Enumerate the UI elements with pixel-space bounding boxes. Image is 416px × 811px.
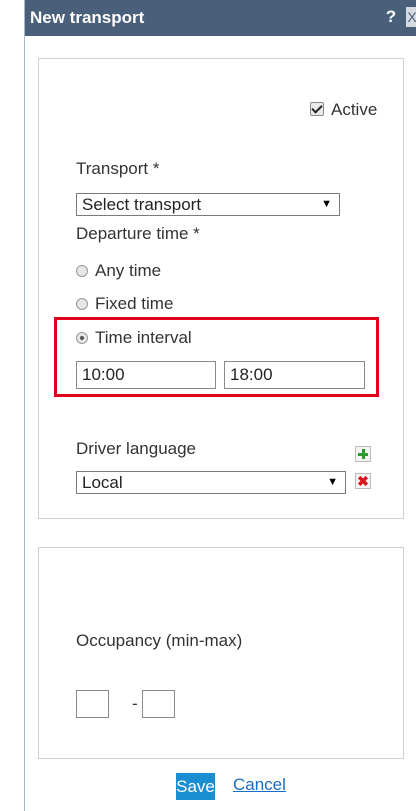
dropdown-arrow-icon: ▼: [321, 198, 332, 210]
save-button[interactable]: Save: [176, 773, 215, 800]
new-transport-dialog: New transport ? X Active Transport * Sel…: [24, 0, 416, 811]
occupancy-max-input[interactable]: [142, 690, 175, 718]
radio-any-time-label: Any time: [95, 261, 162, 280]
occupancy-label: Occupancy (min-max): [76, 631, 243, 650]
occupancy-min-input[interactable]: [76, 690, 109, 718]
checkbox-checked-icon[interactable]: [310, 102, 324, 116]
driver-language-label: Driver language: [76, 439, 197, 458]
radio-fixed-time[interactable]: Fixed time: [76, 294, 173, 314]
driver-language-select[interactable]: Local ▼: [76, 471, 346, 494]
help-icon[interactable]: ?: [382, 7, 400, 27]
transport-label: Transport *: [76, 159, 160, 178]
driver-language-value: Local: [82, 473, 123, 492]
titlebar: New transport ? X: [25, 0, 416, 36]
active-checkbox[interactable]: Active: [310, 100, 377, 120]
transport-select-value: Select transport: [82, 195, 202, 214]
dropdown-arrow-icon: ▼: [327, 476, 338, 488]
radio-unchecked-icon[interactable]: [76, 265, 88, 277]
radio-fixed-time-label: Fixed time: [95, 294, 174, 313]
dialog-body: Active Transport * Select transport ▼ De…: [25, 36, 416, 811]
departure-time-label: Departure time *: [76, 224, 200, 243]
occupancy-separator: -: [132, 694, 138, 713]
transport-select[interactable]: Select transport ▼: [76, 193, 340, 216]
occupancy-panel: [38, 547, 404, 759]
cancel-link[interactable]: Cancel: [233, 775, 286, 795]
remove-x-icon[interactable]: ✖: [355, 473, 371, 489]
close-icon[interactable]: X: [406, 7, 416, 27]
time-interval-highlight: [54, 317, 379, 397]
dialog-title: New transport: [30, 8, 145, 27]
radio-unchecked-icon[interactable]: [76, 298, 88, 310]
add-plus-icon[interactable]: [355, 446, 371, 462]
active-label: Active: [331, 100, 378, 119]
radio-any-time[interactable]: Any time: [76, 261, 161, 281]
